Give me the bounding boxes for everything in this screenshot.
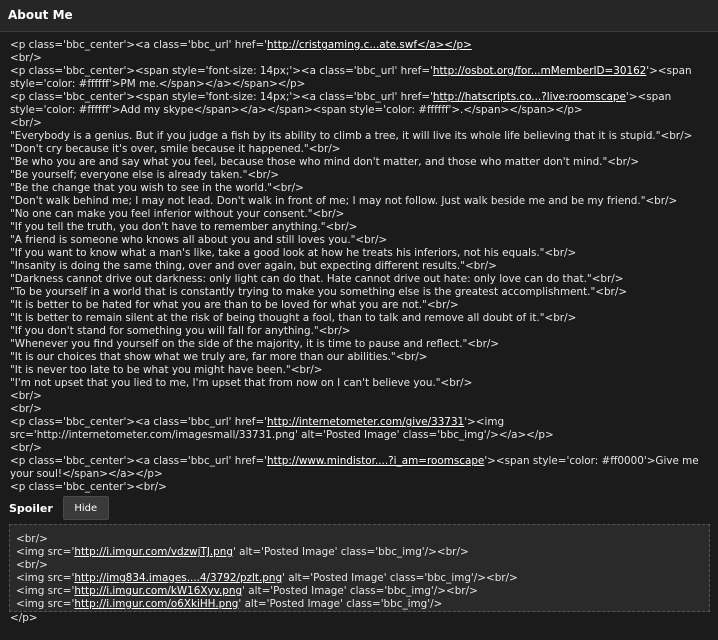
url-link[interactable]: http://www.mindistor....?i_am=roomscape bbox=[267, 455, 484, 467]
text-segment: "It is our choices that show what we tru… bbox=[10, 351, 428, 363]
text-segment: ' alt='Posted Image' class='bbc_img'/><b… bbox=[232, 546, 469, 558]
text-segment: <p class='bbc_center'><span style='font-… bbox=[10, 65, 433, 77]
text-segment: "No one can make you feel inferior witho… bbox=[10, 208, 345, 220]
text-line: <br/> bbox=[10, 117, 708, 130]
text-segment: <br/> bbox=[10, 403, 42, 415]
text-segment: <p class='bbc_center'><span style='font-… bbox=[10, 91, 433, 103]
text-segment: <p class='bbc_center'><a class='bbc_url'… bbox=[10, 416, 268, 428]
text-line: "If you want to know what a man's like, … bbox=[10, 247, 708, 260]
text-line: "It is our choices that show what we tru… bbox=[10, 351, 708, 364]
text-line: <br/> bbox=[16, 533, 703, 546]
text-line: "Be who you are and say what you feel, b… bbox=[10, 156, 708, 169]
spoiler-bar: Spoiler Hide bbox=[9, 496, 708, 520]
url-link[interactable]: http://i.imgur.com/o6XkiHH.png bbox=[74, 598, 238, 610]
text-line: "I'm not upset that you lied to me, I'm … bbox=[10, 377, 708, 390]
text-segment: "If you don't stand for something you wi… bbox=[10, 325, 351, 337]
text-segment: "Insanity is doing the same thing, over … bbox=[10, 260, 497, 272]
text-line: <p class='bbc_center'><br/> bbox=[10, 481, 708, 494]
text-segment: <p class='bbc_center'><br/> bbox=[10, 481, 167, 493]
text-segment: "Don't cry because it's over, smile beca… bbox=[10, 143, 341, 155]
spoiler-content: <br/> <img src='http://i.imgur.com/vdzwjT… bbox=[9, 524, 710, 612]
text-segment: "Whenever you find yourself on the side … bbox=[10, 338, 500, 350]
text-line: <p class='bbc_center'><a class='bbc_url'… bbox=[10, 455, 708, 481]
about-me-content: <p class='bbc_center'><a class='bbc_url'… bbox=[0, 32, 718, 625]
text-line: <br/> bbox=[10, 442, 708, 455]
url-link[interactable]: http://i.imgur.com/vdzwjTJ.png bbox=[74, 546, 233, 558]
text-segment: </p> bbox=[10, 612, 38, 624]
text-line: <p class='bbc_center'><span style='font-… bbox=[10, 91, 708, 117]
text-segment: <img src=' bbox=[16, 598, 75, 610]
text-segment: <br/> bbox=[16, 559, 48, 571]
url-link[interactable]: http://osbot.org/for...mMemberID=30162 bbox=[433, 65, 646, 77]
text-segment: "To be yourself in a world that is const… bbox=[10, 286, 628, 298]
text-segment: "It is better to remain silent at the ri… bbox=[10, 312, 577, 324]
text-segment: "Everybody is a genius. But if you judge… bbox=[10, 130, 693, 142]
text-line: "Darkness cannot drive out darkness: onl… bbox=[10, 273, 708, 286]
text-segment: "A friend is someone who knows all about… bbox=[10, 234, 388, 246]
hide-spoiler-button[interactable]: Hide bbox=[62, 496, 109, 520]
text-segment: <br/> bbox=[10, 52, 42, 64]
text-segment: "I'm not upset that you lied to me, I'm … bbox=[10, 377, 473, 389]
text-segment: "Be who you are and say what you feel, b… bbox=[10, 156, 640, 168]
text-segment: <br/> bbox=[10, 442, 42, 454]
text-line: "If you don't stand for something you wi… bbox=[10, 325, 708, 338]
text-line: <br/> bbox=[10, 390, 708, 403]
section-header: About Me bbox=[0, 0, 718, 32]
text-segment: "It is better to be hated for what you a… bbox=[10, 299, 459, 311]
text-segment: <br/> bbox=[10, 117, 42, 129]
section-title: About Me bbox=[8, 8, 73, 22]
text-line: "It is never too late to be what you mig… bbox=[10, 364, 708, 377]
text-segment: <br/> bbox=[10, 390, 42, 402]
text-segment: "Be the change that you wish to see in t… bbox=[10, 182, 304, 194]
text-line: "Everybody is a genius. But if you judge… bbox=[10, 130, 708, 143]
text-line: "Don't walk behind me; I may not lead. D… bbox=[10, 195, 708, 208]
text-line: "No one can make you feel inferior witho… bbox=[10, 208, 708, 221]
text-line: "Insanity is doing the same thing, over … bbox=[10, 260, 708, 273]
text-line: "If you tell the truth, you don't have t… bbox=[10, 221, 708, 234]
text-line: <img src='http://i.imgur.com/o6XkiHH.png… bbox=[16, 598, 703, 611]
url-link[interactable]: http://img834.images....4/3792/pzlt.png bbox=[74, 572, 282, 584]
text-line: <img src='http://img834.images....4/3792… bbox=[16, 572, 703, 585]
text-segment: ' alt='Posted Image' class='bbc_img'/><b… bbox=[242, 585, 478, 597]
text-line: <br/> bbox=[10, 52, 708, 65]
text-segment: <img src=' bbox=[16, 546, 75, 558]
text-segment: "If you tell the truth, you don't have t… bbox=[10, 221, 358, 233]
text-line: <br/> bbox=[16, 559, 703, 572]
text-line: "Don't cry because it's over, smile beca… bbox=[10, 143, 708, 156]
text-line: "Be the change that you wish to see in t… bbox=[10, 182, 708, 195]
url-link[interactable]: http://hatscripts.co...?live:roomscape bbox=[433, 91, 626, 103]
text-line: "Be yourself; everyone else is already t… bbox=[10, 169, 708, 182]
text-line: <p class='bbc_center'><span style='font-… bbox=[10, 65, 708, 91]
text-line: "It is better to remain silent at the ri… bbox=[10, 312, 708, 325]
text-line: <p class='bbc_center'><a class='bbc_url'… bbox=[10, 39, 708, 52]
url-link[interactable]: http://internetometer.com/give/33731 bbox=[267, 416, 464, 428]
text-line: "It is better to be hated for what you a… bbox=[10, 299, 708, 312]
text-line: "To be yourself in a world that is const… bbox=[10, 286, 708, 299]
text-line: <br/> bbox=[10, 403, 708, 416]
bbcode-text-block: <p class='bbc_center'><a class='bbc_url'… bbox=[10, 39, 708, 494]
text-segment: <img src=' bbox=[16, 572, 75, 584]
text-segment: <p class='bbc_center'><a class='bbc_url'… bbox=[10, 455, 268, 467]
text-segment: "Darkness cannot drive out darkness: onl… bbox=[10, 273, 624, 285]
closing-tag-line: </p> bbox=[10, 612, 708, 625]
text-line: <p class='bbc_center'><a class='bbc_url'… bbox=[10, 416, 708, 442]
text-segment: <img src=' bbox=[16, 585, 75, 597]
text-line: "A friend is someone who knows all about… bbox=[10, 234, 708, 247]
text-line: <img src='http://i.imgur.com/kW16Xyv.png… bbox=[16, 585, 703, 598]
text-segment: <br/> bbox=[16, 533, 48, 545]
text-segment: ' alt='Posted Image' class='bbc_img'/> bbox=[238, 598, 443, 610]
text-segment: "If you want to know what a man's like, … bbox=[10, 247, 577, 259]
text-segment: "Be yourself; everyone else is already t… bbox=[10, 169, 280, 181]
spoiler-label: Spoiler bbox=[9, 501, 53, 515]
text-line: <img src='http://i.imgur.com/vdzwjTJ.png… bbox=[16, 546, 703, 559]
text-line: "Whenever you find yourself on the side … bbox=[10, 338, 708, 351]
text-segment: "It is never too late to be what you mig… bbox=[10, 364, 323, 376]
text-segment: ' alt='Posted Image' class='bbc_img'/><b… bbox=[282, 572, 518, 584]
text-segment: <p class='bbc_center'><a class='bbc_url'… bbox=[10, 39, 268, 51]
url-link[interactable]: http://cristgaming.c...ate.swf</a></p> bbox=[267, 39, 472, 51]
url-link[interactable]: http://i.imgur.com/kW16Xyv.png bbox=[74, 585, 242, 597]
text-segment: "Don't walk behind me; I may not lead. D… bbox=[10, 195, 678, 207]
text-line: </p> bbox=[10, 612, 708, 625]
